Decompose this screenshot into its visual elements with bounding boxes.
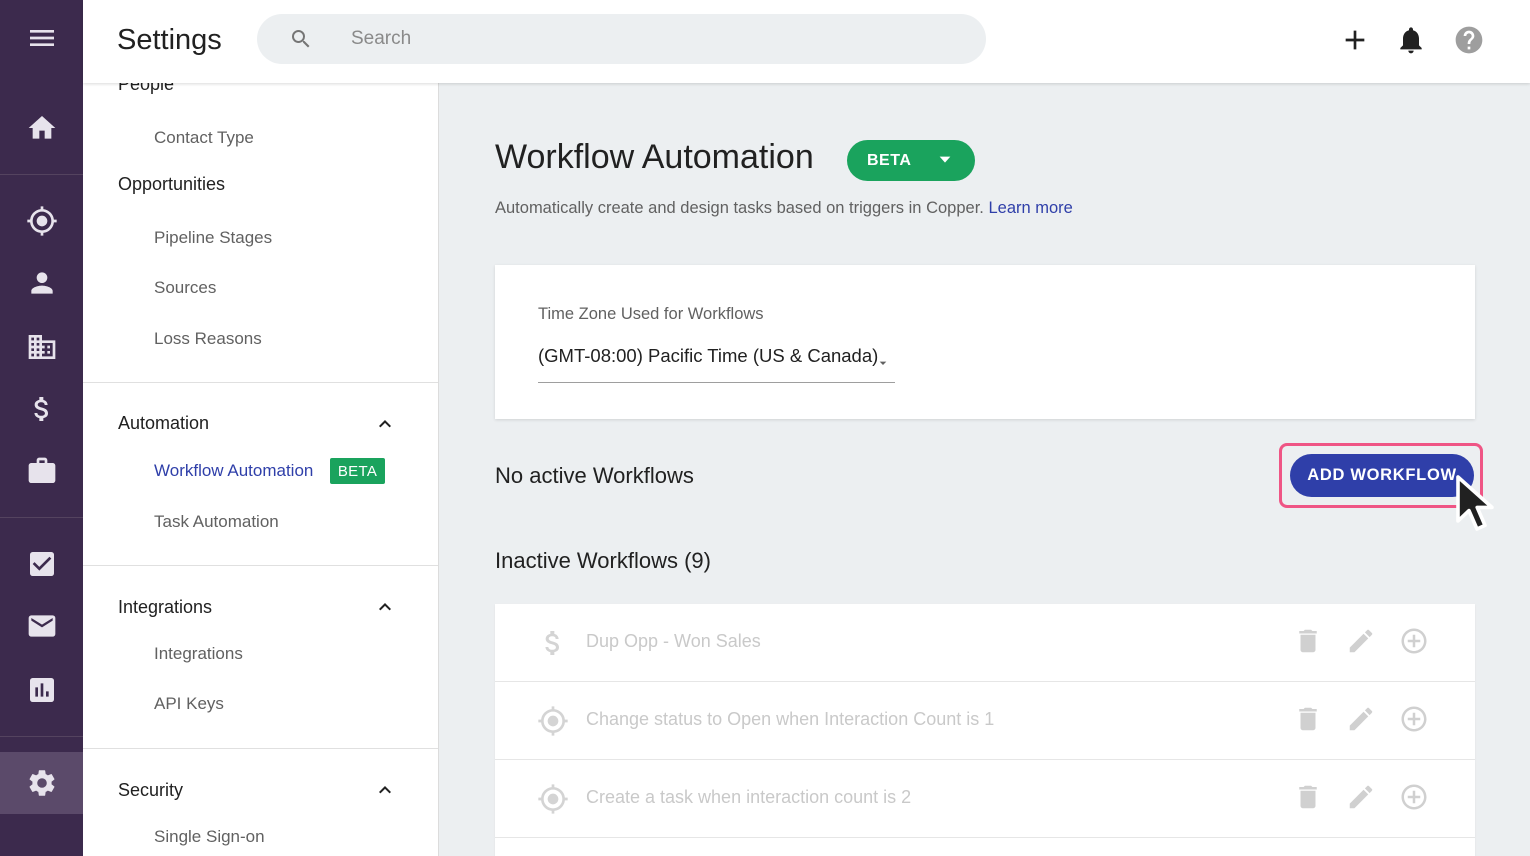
app-rail bbox=[0, 0, 83, 856]
nav-group-security[interactable]: Security bbox=[118, 780, 183, 801]
caret-down-icon bbox=[939, 156, 951, 163]
main-content: Workflow Automation BETA Automatically c… bbox=[439, 83, 1530, 856]
nav-group-opportunities[interactable]: Opportunities bbox=[118, 174, 225, 195]
help-icon[interactable] bbox=[1451, 22, 1487, 58]
trash-icon[interactable] bbox=[1293, 626, 1325, 658]
trash-icon[interactable] bbox=[1293, 704, 1325, 736]
bell-icon[interactable] bbox=[1393, 22, 1429, 58]
home-icon[interactable] bbox=[0, 103, 83, 153]
checkbox-icon[interactable] bbox=[0, 539, 83, 589]
chevron-up-icon[interactable] bbox=[373, 595, 397, 619]
target-icon[interactable] bbox=[0, 196, 83, 246]
nav-group-integrations[interactable]: Integrations bbox=[118, 597, 212, 618]
beta-badge: BETA bbox=[330, 458, 385, 484]
mail-icon[interactable] bbox=[0, 601, 83, 651]
timezone-select[interactable]: (GMT-08:00) Pacific Time (US & Canada) bbox=[538, 345, 895, 383]
chart-icon[interactable] bbox=[0, 665, 83, 715]
inactive-workflows-heading: Inactive Workflows (9) bbox=[495, 548, 711, 573]
workflow-name: Change status to Open when Interaction C… bbox=[586, 709, 995, 729]
target-icon bbox=[537, 783, 569, 815]
nav-group-people[interactable]: People bbox=[118, 83, 174, 95]
plus-icon[interactable] bbox=[1337, 22, 1373, 58]
caret-down-icon bbox=[879, 361, 887, 365]
workflow-row[interactable] bbox=[495, 838, 1475, 856]
subtitle-text: Automatically create and design tasks ba… bbox=[495, 199, 984, 217]
edit-icon[interactable] bbox=[1346, 626, 1378, 658]
nav-group-automation[interactable]: Automation bbox=[118, 413, 209, 434]
search-input[interactable] bbox=[351, 14, 951, 64]
person-icon[interactable] bbox=[0, 258, 83, 308]
nav-item-loss-reasons[interactable]: Loss Reasons bbox=[154, 329, 262, 349]
nav-divider bbox=[83, 748, 438, 749]
briefcase-icon[interactable] bbox=[0, 446, 83, 496]
workflow-row[interactable]: Dup Opp - Won Sales bbox=[495, 604, 1475, 682]
mouse-cursor-icon bbox=[1456, 475, 1494, 531]
trash-icon[interactable] bbox=[1293, 782, 1325, 814]
target-icon bbox=[537, 705, 569, 737]
rail-divider bbox=[0, 174, 83, 175]
chevron-up-icon[interactable] bbox=[373, 412, 397, 436]
dollar-icon[interactable] bbox=[0, 384, 83, 434]
add-circle-icon[interactable] bbox=[1399, 704, 1431, 736]
nav-item-contact-type[interactable]: Contact Type bbox=[154, 128, 254, 148]
edit-icon[interactable] bbox=[1346, 782, 1378, 814]
nav-item-task-automation[interactable]: Task Automation bbox=[154, 512, 279, 532]
add-circle-icon[interactable] bbox=[1399, 626, 1431, 658]
page-title: Workflow Automation bbox=[495, 138, 814, 176]
workflow-row[interactable]: Create a task when interaction count is … bbox=[495, 760, 1475, 838]
nav-item-api-keys[interactable]: API Keys bbox=[154, 694, 224, 714]
app-title: Settings bbox=[117, 24, 222, 56]
rail-divider bbox=[0, 517, 83, 518]
top-bar: Settings bbox=[83, 0, 1530, 83]
chevron-up-icon[interactable] bbox=[373, 778, 397, 802]
search-icon bbox=[292, 30, 310, 48]
rail-divider bbox=[0, 736, 83, 737]
add-circle-icon[interactable] bbox=[1399, 782, 1431, 814]
add-workflow-button[interactable]: ADD WORKFLOW bbox=[1290, 454, 1474, 497]
timezone-label: Time Zone Used for Workflows bbox=[538, 305, 764, 323]
beta-label: BETA bbox=[867, 151, 912, 169]
nav-divider bbox=[83, 382, 438, 383]
timezone-value: (GMT-08:00) Pacific Time (US & Canada) bbox=[538, 345, 879, 366]
learn-more-link[interactable]: Learn more bbox=[988, 199, 1072, 217]
building-icon[interactable] bbox=[0, 322, 83, 372]
nav-item-single-sign-on[interactable]: Single Sign-on bbox=[154, 827, 265, 847]
settings-nav: People Contact Type Opportunities Pipeli… bbox=[83, 83, 439, 856]
no-active-workflows-text: No active Workflows bbox=[495, 463, 694, 488]
beta-dropdown-button[interactable]: BETA bbox=[847, 140, 975, 181]
workflow-row[interactable]: Change status to Open when Interaction C… bbox=[495, 682, 1475, 760]
timezone-card: Time Zone Used for Workflows (GMT-08:00)… bbox=[495, 265, 1475, 419]
gear-icon[interactable] bbox=[0, 752, 83, 814]
search-bar[interactable] bbox=[257, 14, 986, 64]
nav-item-integrations[interactable]: Integrations bbox=[154, 644, 243, 664]
edit-icon[interactable] bbox=[1346, 704, 1378, 736]
page-subtitle: Automatically create and design tasks ba… bbox=[495, 199, 1073, 218]
dollar-icon bbox=[537, 627, 569, 659]
workflow-name: Create a task when interaction count is … bbox=[586, 787, 912, 807]
menu-icon[interactable] bbox=[0, 13, 83, 63]
nav-item-workflow-automation[interactable]: Workflow Automation bbox=[154, 461, 313, 481]
inactive-workflow-list: Dup Opp - Won Sales Change status to Ope… bbox=[495, 604, 1475, 856]
nav-item-sources[interactable]: Sources bbox=[154, 278, 216, 298]
workflow-name: Dup Opp - Won Sales bbox=[586, 631, 761, 651]
nav-divider bbox=[83, 565, 438, 566]
nav-item-pipeline-stages[interactable]: Pipeline Stages bbox=[154, 228, 272, 248]
